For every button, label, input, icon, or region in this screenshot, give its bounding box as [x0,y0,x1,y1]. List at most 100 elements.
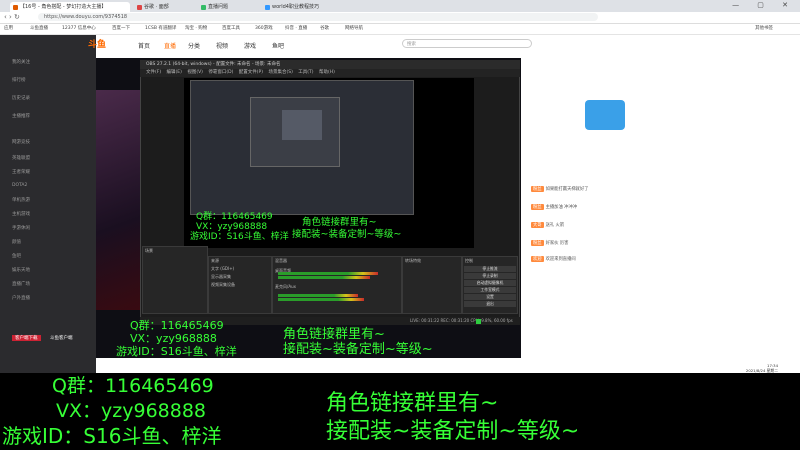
nav-item[interactable]: 网游竞技 [12,139,30,145]
nav-item[interactable]: 王者荣耀 [12,169,30,175]
mic-audio-meter [278,298,364,301]
obs-menu-tools[interactable]: 工具(T) [298,70,313,75]
nav-item[interactable]: 我的关注 [12,59,30,65]
nav-item[interactable]: 户外直播 [12,295,30,301]
tab-favicon-icon [137,5,142,10]
nav-live[interactable]: 直播 [164,41,176,50]
tab-label: world4职业教程技巧 [272,4,319,10]
nav-item[interactable]: 单机热游 [12,197,30,203]
stop-recording-button[interactable]: 停止录制 [464,273,516,279]
source-item[interactable]: 显示器采集 [209,273,271,281]
nav-item[interactable]: 主播推荐 [12,113,30,119]
nav-home[interactable]: 首页 [138,41,150,50]
nav-yuba[interactable]: 鱼吧 [272,41,284,50]
bookmark-item[interactable]: 斗鱼直播 [30,25,48,33]
overlay-qq-text: Q群：116465469 [52,375,214,397]
mid-wechat-text: VX：yzy968888 [130,332,217,345]
mid-gameid-text: 游戏ID：S16斗鱼、梓洋 [116,345,237,358]
bookmark-item[interactable]: 其他书签 [755,25,773,33]
nav-category[interactable]: 分类 [188,41,200,50]
preview-wechat-text: VX：yzy968888 [196,222,268,232]
obs-menu-scene-collection[interactable]: 场景集合(S) [268,70,292,75]
desktop-audio-meter [278,276,370,279]
chat-badge: 粉丝 [531,240,544,246]
bookmark-item[interactable]: 抖音 · 直播 [285,25,307,33]
chat-line: 粉丝 主播加油 冲冲冲 [531,204,577,210]
chat-badge: 粉丝 [531,204,544,210]
source-item[interactable]: 视频采集设备 [209,281,271,289]
back-forward-reload-icon[interactable]: ‹ › ↻ [4,13,20,21]
obs-menu-help[interactable]: 帮助(H) [319,70,335,75]
browser-tab[interactable]: 【16号 - 角色搭配 - 梦幻打造大主播】 [10,2,130,12]
bookmark-item[interactable]: 百度工具 [222,25,240,33]
chat-line: 粉丝 好家伙 厉害 [531,240,568,246]
bookmark-item[interactable]: 12377 信息中心 [62,25,96,33]
bookmark-item[interactable]: 360游戏 [255,25,273,33]
nav-item[interactable]: 历史记录 [12,95,30,101]
mid-role-line2: 接配装~装备定制~等级~ [283,342,433,357]
nav-item[interactable]: 手游休闲 [12,225,30,231]
browser-tab[interactable]: world4职业教程技巧 [262,2,342,12]
studio-mode-button[interactable]: 工作室模式 [464,287,516,293]
chat-line: 欢迎 欢迎来到直播间 [531,256,576,262]
virtual-camera-button[interactable]: 启动虚拟摄像机 [464,280,516,286]
nav-item[interactable]: 英雄联盟 [12,155,30,161]
nav-item[interactable]: 娱乐天地 [12,267,30,273]
chat-text: 主播加油 冲冲冲 [545,205,578,210]
browser-tab-bar: 【16号 - 角色搭配 - 梦幻打造大主播】 谷歌 · 面部 直播问题 worl… [0,0,800,12]
promo-badge-icon[interactable] [585,100,625,130]
overlay-gameid-text: 游戏ID：S16斗鱼、梓洋 [2,424,222,448]
bookmark-item[interactable]: 谷歌 [320,25,329,33]
nav-item[interactable]: 主机游戏 [12,211,30,217]
chat-line: 大哥 送礼 火箭 [531,222,564,228]
browser-tab[interactable]: 谷歌 · 面部 [134,2,194,12]
bookmark-item[interactable]: 网络导航 [345,25,363,33]
obs-menu-view[interactable]: 视图(V) [187,70,203,75]
obs-title-bar: OBS 27.2.1 (64-bit, windows) - 配置文件: 未命名… [140,60,520,69]
settings-button[interactable]: 设置 [464,294,516,300]
left-navigation: 我的关注 排行榜 历史记录 主播推荐 网游竞技 英雄联盟 王者荣耀 DOTA2 … [0,35,96,373]
sources-dock: 来源 文字 (GDI+) 显示器采集 视频采集设备 [208,256,272,314]
nav-game[interactable]: 游戏 [244,41,256,50]
exit-button[interactable]: 退出 [464,301,516,307]
stop-streaming-button[interactable]: 停止推流 [464,266,516,272]
bookmark-item[interactable]: 淘宝 · 购物 [185,25,207,33]
url-field[interactable]: https://www.douyu.com/9374518 [38,13,598,21]
tab-favicon-icon [201,5,206,10]
live-indicator-icon [476,319,481,324]
bookmark-item[interactable]: 1CSB 有道翻译 [145,25,176,33]
browser-tab[interactable]: 直播问题 [198,2,258,12]
transitions-dock: 转场特效 [402,256,462,314]
system-clock[interactable]: 17:34 2021/8/24 星期二 [746,363,778,373]
nav-item[interactable]: 直播广场 [12,281,30,287]
douyu-favicon-icon [13,5,18,10]
bookmark-item[interactable]: 应用 [4,25,13,33]
nav-item[interactable]: 排行榜 [12,77,26,83]
obs-menu-profile[interactable]: 配置文件(P) [239,70,263,75]
chat-badge: 粉丝 [531,186,544,192]
preview-role-line1: 角色链接群里有~ [302,217,377,228]
controls-dock-title: 控制 [465,258,473,263]
site-logo[interactable]: 斗鱼 [88,37,106,50]
nav-video[interactable]: 视频 [216,41,228,50]
mid-role-line1: 角色链接群里有~ [283,327,385,342]
site-header: 首页 直播 分类 视频 游戏 鱼吧 搜索 [96,35,641,55]
nav-item[interactable]: 颜值 [12,239,21,245]
obs-menu-docks[interactable]: 停靠窗口(D) [208,70,233,75]
scenes-dock-title: 场景 [145,248,153,253]
preview-gameid-text: 游戏ID：S16斗鱼、梓洋 [190,232,289,242]
window-controls[interactable]: — ▢ ✕ [732,1,796,9]
overlay-role-line2: 接配装~装备定制~等级~ [326,419,580,444]
client-button[interactable]: 斗鱼客户端 [50,335,73,341]
bookmark-item[interactable]: 百度一下 [112,25,130,33]
chat-line: 粉丝 如果能打赢天梯就好了 [531,186,589,192]
nav-item[interactable]: DOTA2 [12,183,27,188]
obs-menu-file[interactable]: 文件(F) [146,70,161,75]
obs-menu-edit[interactable]: 编辑(E) [167,70,182,75]
mid-qq-text: Q群：116465469 [130,319,224,332]
tab-label: 【16号 - 角色搭配 - 梦幻打造大主播】 [20,4,107,10]
search-input[interactable]: 搜索 [402,39,532,48]
download-client-button[interactable]: 客户端下载 [12,335,41,341]
source-item[interactable]: 文字 (GDI+) [209,265,271,273]
nav-item[interactable]: 鱼吧 [12,253,21,259]
